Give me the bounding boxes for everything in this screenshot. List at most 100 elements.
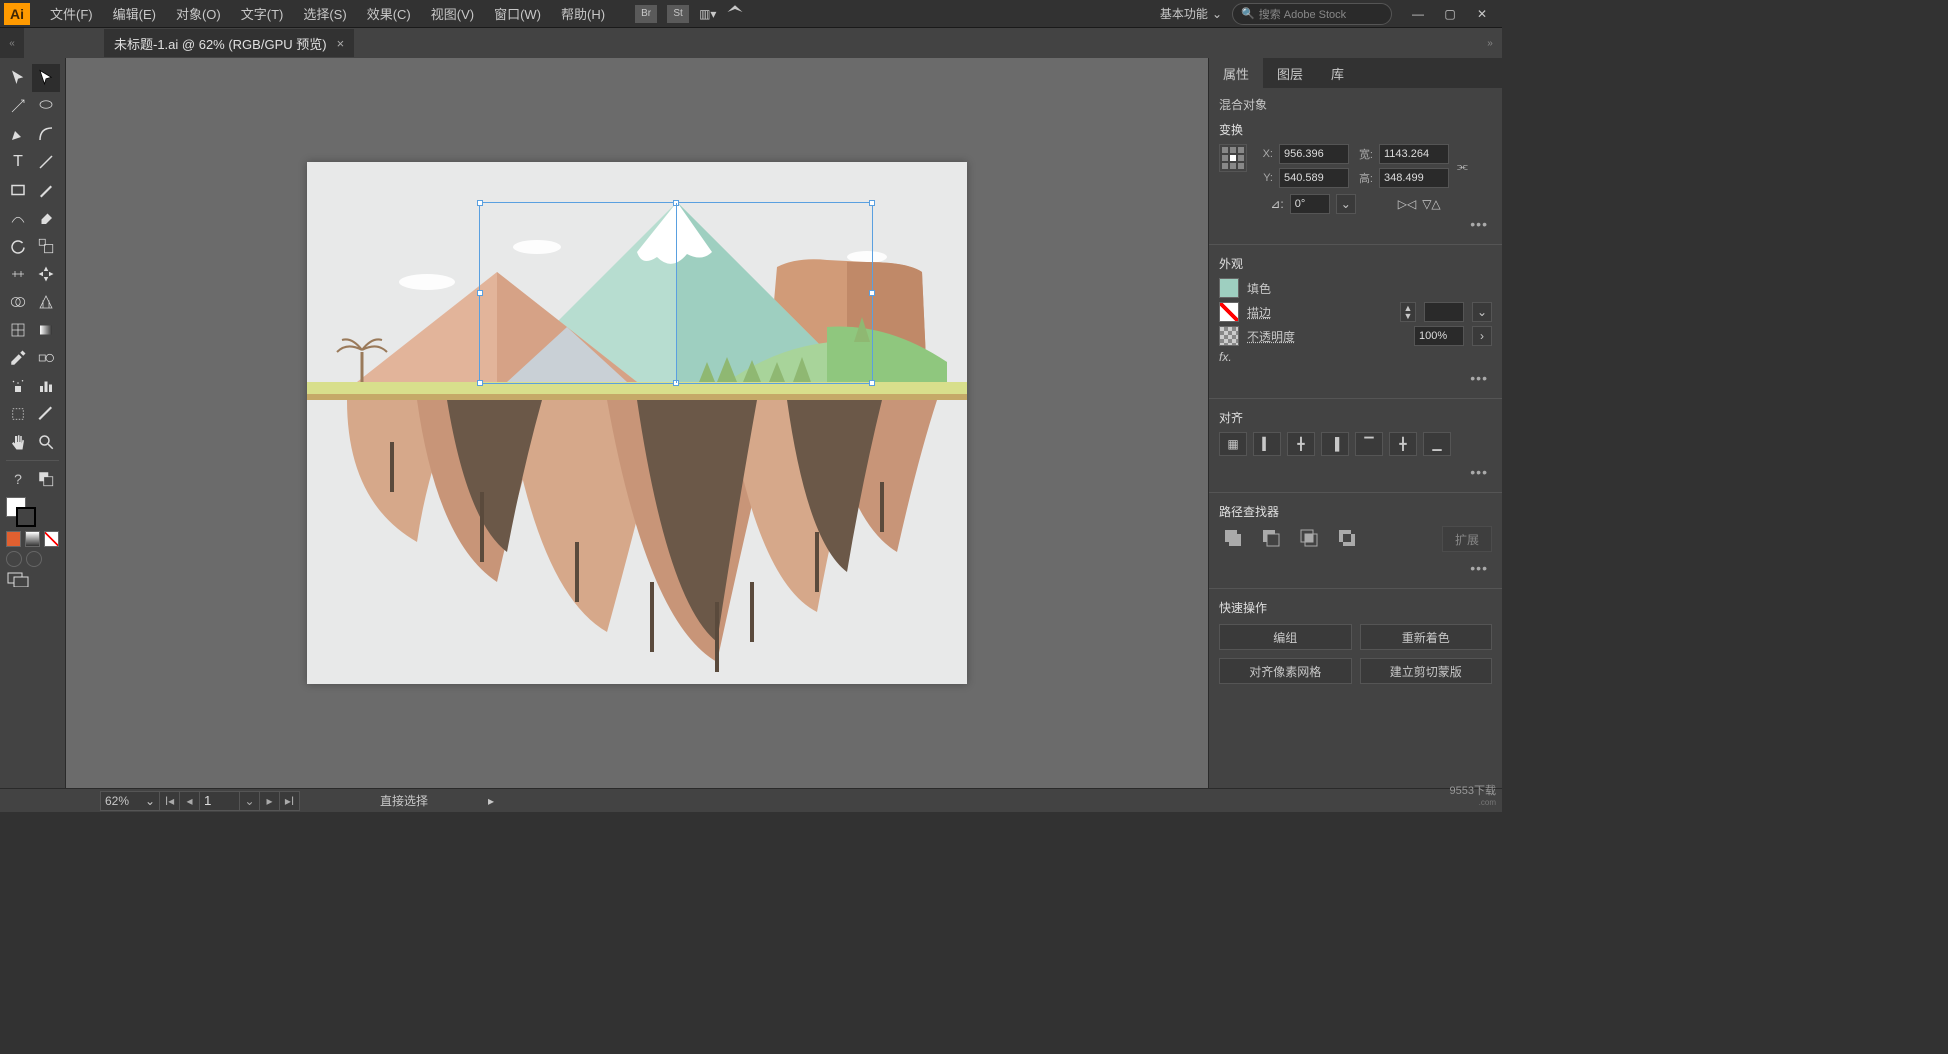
link-wh-icon[interactable]: ⫘ (1457, 159, 1468, 174)
gradient-tool[interactable] (32, 316, 60, 344)
none-swatch[interactable] (44, 531, 59, 547)
width-input[interactable] (1379, 144, 1449, 164)
line-tool[interactable] (32, 148, 60, 176)
width-tool[interactable] (4, 260, 32, 288)
gradient-swatch[interactable] (25, 531, 40, 547)
menu-object[interactable]: 对象(O) (166, 0, 231, 28)
menu-edit[interactable]: 编辑(E) (103, 0, 166, 28)
collapse-panels-icon[interactable]: » (1478, 28, 1502, 58)
eraser-tool[interactable] (32, 204, 60, 232)
fill-stroke-toggle[interactable] (32, 465, 60, 493)
direct-selection-tool[interactable] (32, 64, 60, 92)
group-button[interactable]: 编组 (1219, 624, 1352, 650)
menu-select[interactable]: 选择(S) (293, 0, 356, 28)
flip-horizontal-icon[interactable]: ▷◁ (1398, 197, 1416, 211)
angle-dropdown-icon[interactable]: ⌄ (1336, 194, 1356, 214)
collapse-tools-icon[interactable]: « (0, 28, 24, 58)
bridge-icon[interactable]: Br (635, 5, 657, 23)
stroke-weight-input[interactable] (1424, 302, 1464, 322)
blend-tool[interactable] (32, 344, 60, 372)
menu-effect[interactable]: 效果(C) (357, 0, 421, 28)
fx-label[interactable]: fx. (1219, 350, 1232, 364)
toolbar-help-icon[interactable]: ? (4, 465, 32, 493)
status-popup-icon[interactable]: ▸ (488, 794, 494, 808)
align-hcenter-icon[interactable]: ╋ (1287, 432, 1315, 456)
symbol-sprayer-tool[interactable] (4, 372, 32, 400)
align-to-icon[interactable]: ▦ (1219, 432, 1247, 456)
draw-behind-icon[interactable] (26, 551, 42, 567)
menu-view[interactable]: 视图(V) (421, 0, 484, 28)
canvas-area[interactable] (66, 58, 1208, 788)
scale-tool[interactable] (32, 232, 60, 260)
artboard-dropdown-icon[interactable]: ⌄ (240, 791, 260, 811)
first-artboard-icon[interactable]: I◂ (160, 791, 180, 811)
free-transform-tool[interactable] (32, 260, 60, 288)
tab-libraries[interactable]: 库 (1317, 58, 1358, 88)
tab-properties[interactable]: 属性 (1209, 58, 1263, 88)
rotate-tool[interactable] (4, 232, 32, 260)
document-tab[interactable]: 未标题-1.ai @ 62% (RGB/GPU 预览) × (104, 29, 354, 57)
align-vcenter-icon[interactable]: ╋ (1389, 432, 1417, 456)
pixel-align-button[interactable]: 对齐像素网格 (1219, 658, 1352, 684)
x-input[interactable] (1279, 144, 1349, 164)
selection-tool[interactable] (4, 64, 32, 92)
opacity-dropdown-icon[interactable]: › (1472, 326, 1492, 346)
shaper-tool[interactable] (4, 204, 32, 232)
stroke-weight-stepper[interactable]: ▲▼ (1400, 302, 1416, 322)
angle-input[interactable] (1290, 194, 1330, 214)
window-minimize-icon[interactable]: — (1402, 2, 1434, 26)
pathfinder-expand-button[interactable]: 扩展 (1442, 526, 1492, 552)
window-close-icon[interactable]: ✕ (1466, 2, 1498, 26)
arrange-docs-icon[interactable]: ▥▾ (699, 7, 716, 21)
align-left-icon[interactable]: ▍ (1253, 432, 1281, 456)
zoom-tool[interactable] (32, 428, 60, 456)
clipping-mask-button[interactable]: 建立剪切蒙版 (1360, 658, 1493, 684)
align-more-icon[interactable]: ••• (1219, 462, 1492, 482)
menu-window[interactable]: 窗口(W) (484, 0, 551, 28)
magic-wand-tool[interactable] (4, 92, 32, 120)
opacity-input[interactable] (1414, 326, 1464, 346)
last-artboard-icon[interactable]: ▸I (280, 791, 300, 811)
color-swatch[interactable] (6, 531, 21, 547)
close-tab-icon[interactable]: × (337, 36, 345, 51)
y-input[interactable] (1279, 168, 1349, 188)
pathfinder-minus-front-icon[interactable] (1257, 526, 1285, 550)
appearance-more-icon[interactable]: ••• (1219, 368, 1492, 388)
zoom-level-select[interactable]: 62%⌄ (100, 791, 160, 811)
fill-stroke-swatches[interactable] (4, 493, 61, 594)
tab-layers[interactable]: 图层 (1263, 58, 1317, 88)
draw-normal-icon[interactable] (6, 551, 22, 567)
reference-point-selector[interactable] (1219, 144, 1247, 172)
rectangle-tool[interactable] (4, 176, 32, 204)
pathfinder-exclude-icon[interactable] (1333, 526, 1361, 550)
pathfinder-more-icon[interactable]: ••• (1219, 558, 1492, 578)
hand-tool[interactable] (4, 428, 32, 456)
gpu-icon[interactable] (726, 3, 744, 24)
next-artboard-icon[interactable]: ▸ (260, 791, 280, 811)
pen-tool[interactable] (4, 120, 32, 148)
align-top-icon[interactable]: ▔ (1355, 432, 1383, 456)
curvature-tool[interactable] (32, 120, 60, 148)
perspective-grid-tool[interactable] (32, 288, 60, 316)
prev-artboard-icon[interactable]: ◂ (180, 791, 200, 811)
window-maximize-icon[interactable]: ▢ (1434, 2, 1466, 26)
menu-file[interactable]: 文件(F) (40, 0, 103, 28)
stroke-color-box[interactable] (1219, 302, 1239, 322)
selection-bounding-box[interactable] (479, 202, 873, 384)
mesh-tool[interactable] (4, 316, 32, 344)
align-right-icon[interactable]: ▐ (1321, 432, 1349, 456)
search-input[interactable]: 🔍 搜索 Adobe Stock (1232, 3, 1392, 25)
artboard-number-input[interactable] (200, 791, 240, 811)
flip-vertical-icon[interactable]: ▽△ (1422, 197, 1440, 211)
recolor-button[interactable]: 重新着色 (1360, 624, 1493, 650)
opacity-icon[interactable] (1219, 326, 1239, 346)
eyedropper-tool[interactable] (4, 344, 32, 372)
workspace-switcher[interactable]: 基本功能 ⌄ (1150, 5, 1232, 22)
type-tool[interactable]: T (4, 148, 32, 176)
artboard-tool[interactable] (4, 400, 32, 428)
stroke-weight-dropdown-icon[interactable]: ⌄ (1472, 302, 1492, 322)
menu-help[interactable]: 帮助(H) (551, 0, 615, 28)
transform-more-icon[interactable]: ••• (1219, 214, 1492, 234)
paintbrush-tool[interactable] (32, 176, 60, 204)
shape-builder-tool[interactable] (4, 288, 32, 316)
